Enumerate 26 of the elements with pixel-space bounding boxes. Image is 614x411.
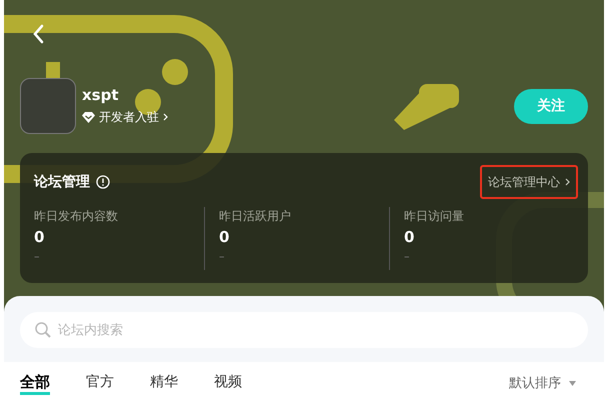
tab[interactable]: 视频 <box>214 372 242 395</box>
search-field[interactable]: 论坛内搜索 <box>20 312 588 348</box>
stat-label: 昨日活跃用户 <box>219 208 292 225</box>
chevron-right-icon <box>565 178 570 186</box>
stat-label: 昨日访问量 <box>404 208 465 225</box>
stat-value: 0 <box>34 227 46 247</box>
tab[interactable]: 精华 <box>150 372 178 395</box>
stat-value: 0 <box>219 227 230 247</box>
developer-link[interactable]: 开发者入驻 <box>82 108 168 126</box>
card-title: 论坛管理 <box>34 172 90 192</box>
diamond-icon <box>82 112 95 122</box>
chevron-right-icon <box>163 113 168 121</box>
sort-dropdown[interactable]: 默认排序 <box>509 374 576 394</box>
caret-down-icon <box>569 381 576 386</box>
search-icon <box>34 321 52 339</box>
tab[interactable]: 全部 <box>20 372 50 395</box>
stat-change: – <box>34 249 40 265</box>
tab[interactable]: 官方 <box>86 372 114 395</box>
stat-value: 0 <box>404 227 416 247</box>
forum-management-center-link[interactable]: 论坛管理中心 <box>480 165 578 199</box>
stat-label: 昨日发布内容数 <box>34 208 119 225</box>
stat-change: – <box>219 249 226 265</box>
stat-change: – <box>404 249 410 265</box>
avatar-image <box>20 78 76 134</box>
info-icon <box>96 175 110 189</box>
username: xspt <box>82 86 120 104</box>
